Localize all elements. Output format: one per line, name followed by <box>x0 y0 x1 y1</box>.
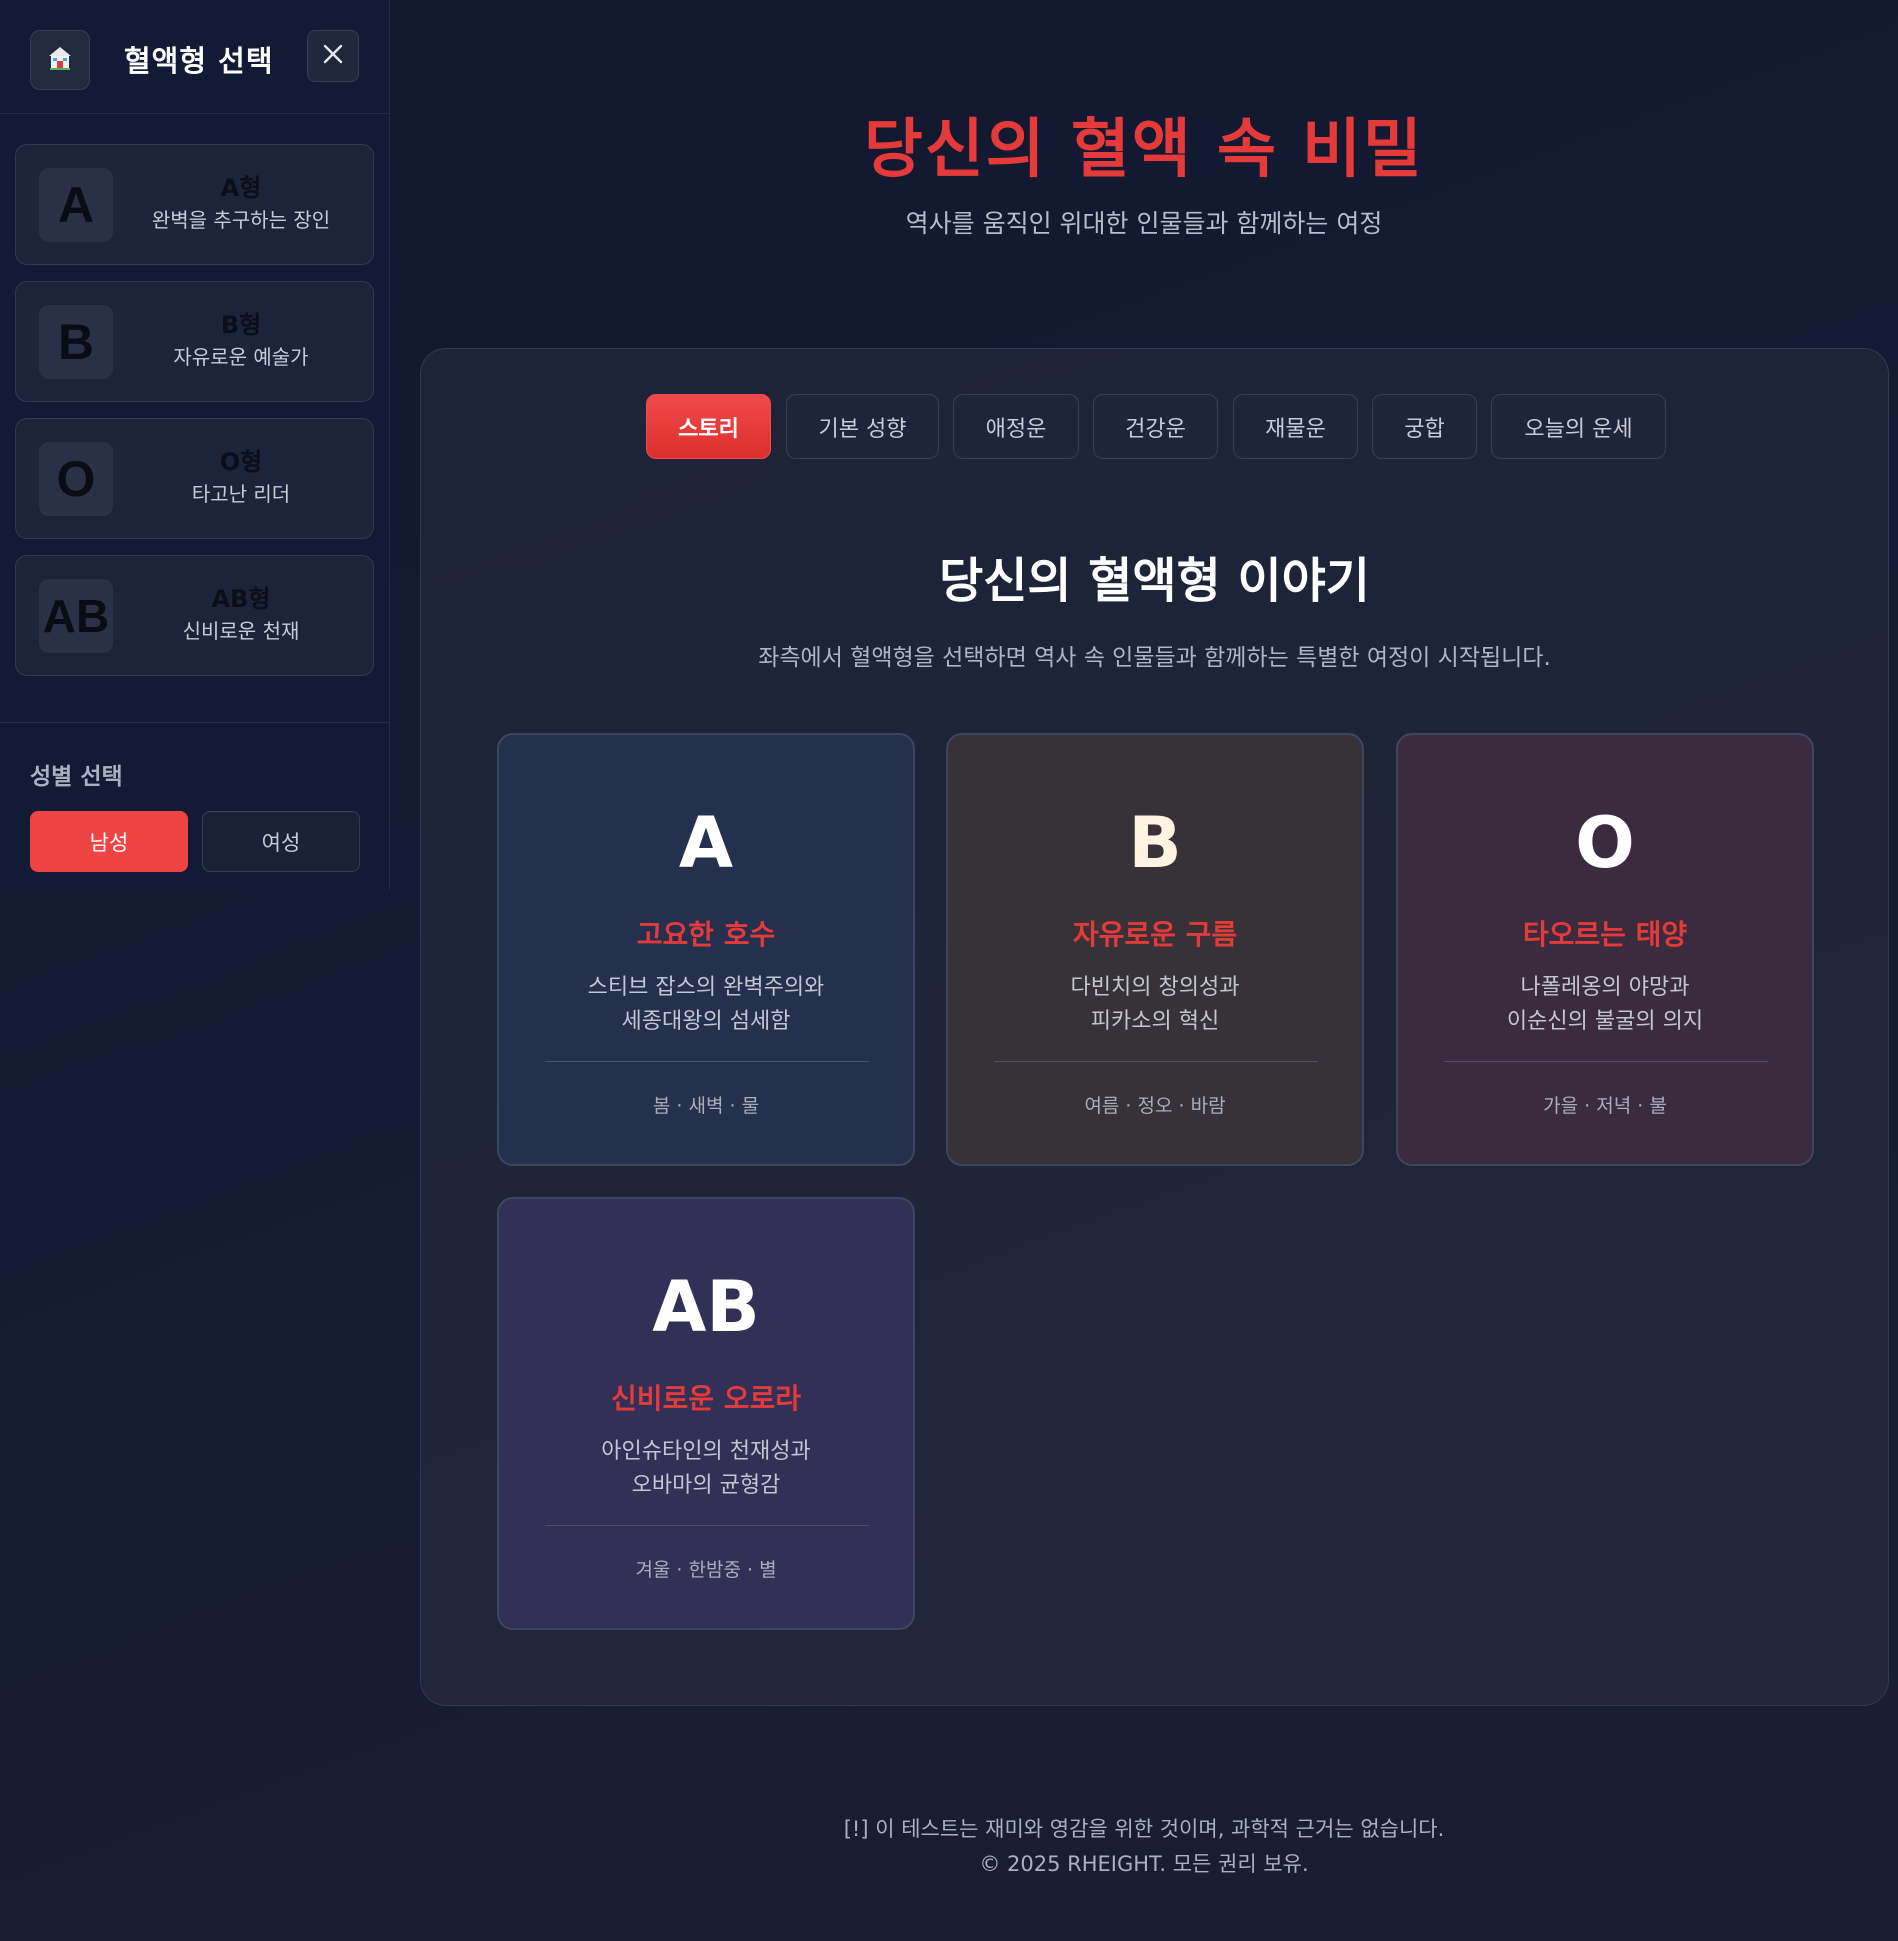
card-desc-line: 세종대왕의 섬세함 <box>621 1009 791 1034</box>
sidebar-title: 혈액형 선택 <box>124 44 274 78</box>
card-title: 신비로운 오로라 <box>610 1382 802 1415</box>
card-description: 나폴레옹의 야망과 이순신의 불굴의 의지 <box>1398 971 1812 1039</box>
tab-health-fortune[interactable]: 건강운 <box>1093 394 1218 459</box>
card-divider <box>994 1061 1318 1062</box>
close-button[interactable] <box>307 30 359 82</box>
card-tags: 겨울 · 한밤중 · 별 <box>635 1559 777 1581</box>
card-divider <box>1444 1061 1768 1062</box>
story-card-o[interactable]: O 타오르는 태양 나폴레옹의 야망과 이순신의 불굴의 의지 가을 · 저녁 … <box>1396 733 1814 1166</box>
story-card-b[interactable]: B 자유로운 구름 다빈치의 창의성과 피카소의 혁신 여름 · 정오 · 바람 <box>946 733 1364 1166</box>
card-description: 아인슈타인의 천재성과 오바마의 균형감 <box>499 1435 913 1503</box>
card-divider <box>545 1061 869 1062</box>
card-desc-line: 이순신의 불굴의 의지 <box>1506 1009 1704 1034</box>
card-blood-letter: A <box>678 802 734 884</box>
tab-wealth-fortune[interactable]: 재물운 <box>1233 394 1358 459</box>
card-desc-line: 스티브 잡스의 완벽주의와 <box>587 975 825 1000</box>
blood-type-name: O형 <box>219 448 263 476</box>
card-tags: 여름 · 정오 · 바람 <box>1084 1095 1226 1117</box>
tab-basic-traits[interactable]: 기본 성향 <box>786 394 939 459</box>
blood-type-desc: 완벽을 추구하는 장인 <box>151 208 331 232</box>
blood-type-list: A A형 완벽을 추구하는 장인 B B형 자유로운 예술가 O O형 타고난 … <box>15 144 374 692</box>
page-title: 당신의 혈액 속 비밀 <box>864 113 1424 187</box>
blood-type-badge: AB <box>39 579 113 653</box>
gender-female-button[interactable]: 여성 <box>202 811 360 872</box>
blood-type-badge: B <box>39 305 113 379</box>
story-card-a[interactable]: A 고요한 호수 스티브 잡스의 완벽주의와 세종대왕의 섬세함 봄 · 새벽 … <box>497 733 915 1166</box>
close-icon <box>322 43 344 69</box>
card-tags: 봄 · 새벽 · 물 <box>652 1095 760 1117</box>
card-desc-line: 아인슈타인의 천재성과 <box>601 1439 811 1464</box>
card-desc-line: 다빈치의 창의성과 <box>1070 975 1240 1000</box>
card-title: 타오르는 태양 <box>1522 918 1688 951</box>
blood-type-desc: 자유로운 예술가 <box>173 345 309 369</box>
blood-type-desc: 신비로운 천재 <box>182 619 300 643</box>
blood-type-desc: 타고난 리더 <box>191 482 291 506</box>
sidebar: 혈액형 선택 A A형 완벽을 추구하는 장인 B B형 자유로운 예술가 O … <box>0 0 390 890</box>
blood-type-item-a[interactable]: A A형 완벽을 추구하는 장인 <box>15 144 374 265</box>
gender-section-title: 성별 선택 <box>30 764 123 790</box>
tab-today-fortune[interactable]: 오늘의 운세 <box>1491 394 1666 459</box>
card-blood-letter: O <box>1575 802 1635 884</box>
tab-story[interactable]: 스토리 <box>646 394 771 459</box>
tab-compatibility[interactable]: 궁합 <box>1372 394 1477 459</box>
footer: [!] 이 테스트는 재미와 영감을 위한 것이며, 과학적 근거는 없습니다.… <box>390 1812 1898 1882</box>
blood-type-name: AB형 <box>211 585 271 613</box>
card-description: 스티브 잡스의 완벽주의와 세종대왕의 섬세함 <box>499 971 913 1039</box>
content-panel: 스토리 기본 성향 애정운 건강운 재물운 궁합 오늘의 운세 당신의 혈액형 … <box>420 348 1889 1706</box>
story-subtitle: 좌측에서 혈액형을 선택하면 역사 속 인물들과 함께하는 특별한 여정이 시작… <box>758 645 1551 671</box>
card-tags: 가을 · 저녁 · 불 <box>1543 1095 1667 1117</box>
card-desc-line: 오바마의 균형감 <box>631 1473 781 1498</box>
card-blood-letter: AB <box>652 1266 760 1348</box>
blood-type-badge: A <box>39 168 113 242</box>
tab-love-fortune[interactable]: 애정운 <box>953 394 1079 459</box>
card-title: 자유로운 구름 <box>1072 918 1238 951</box>
blood-type-item-b[interactable]: B B형 자유로운 예술가 <box>15 281 374 402</box>
home-icon <box>46 44 74 76</box>
card-description: 다빈치의 창의성과 피카소의 혁신 <box>948 971 1362 1039</box>
home-button[interactable] <box>30 30 90 90</box>
card-desc-line: 피카소의 혁신 <box>1090 1009 1220 1034</box>
card-blood-letter: B <box>1128 802 1182 884</box>
card-desc-line: 나폴레옹의 야망과 <box>1520 975 1690 1000</box>
blood-type-badge: O <box>39 442 113 516</box>
sidebar-header: 혈액형 선택 <box>0 0 389 114</box>
story-title: 당신의 혈액형 이야기 <box>939 553 1370 609</box>
blood-type-name: A형 <box>220 174 262 202</box>
blood-type-item-o[interactable]: O O형 타고난 리더 <box>15 418 374 539</box>
gender-male-button[interactable]: 남성 <box>30 811 188 872</box>
footer-copyright: © 2025 RHEIGHT. 모든 권리 보유. <box>979 1852 1309 1876</box>
blood-type-name: B형 <box>220 311 262 339</box>
story-card-ab[interactable]: AB 신비로운 오로라 아인슈타인의 천재성과 오바마의 균형감 겨울 · 한밤… <box>497 1197 915 1630</box>
card-title: 고요한 호수 <box>636 918 776 951</box>
blood-type-item-ab[interactable]: AB AB형 신비로운 천재 <box>15 555 374 676</box>
page-subtitle: 역사를 움직인 위대한 인물들과 함께하는 여정 <box>905 209 1383 238</box>
sidebar-divider <box>0 722 389 723</box>
card-divider <box>545 1525 869 1526</box>
footer-disclaimer: [!] 이 테스트는 재미와 영감을 위한 것이며, 과학적 근거는 없습니다. <box>843 1817 1445 1841</box>
